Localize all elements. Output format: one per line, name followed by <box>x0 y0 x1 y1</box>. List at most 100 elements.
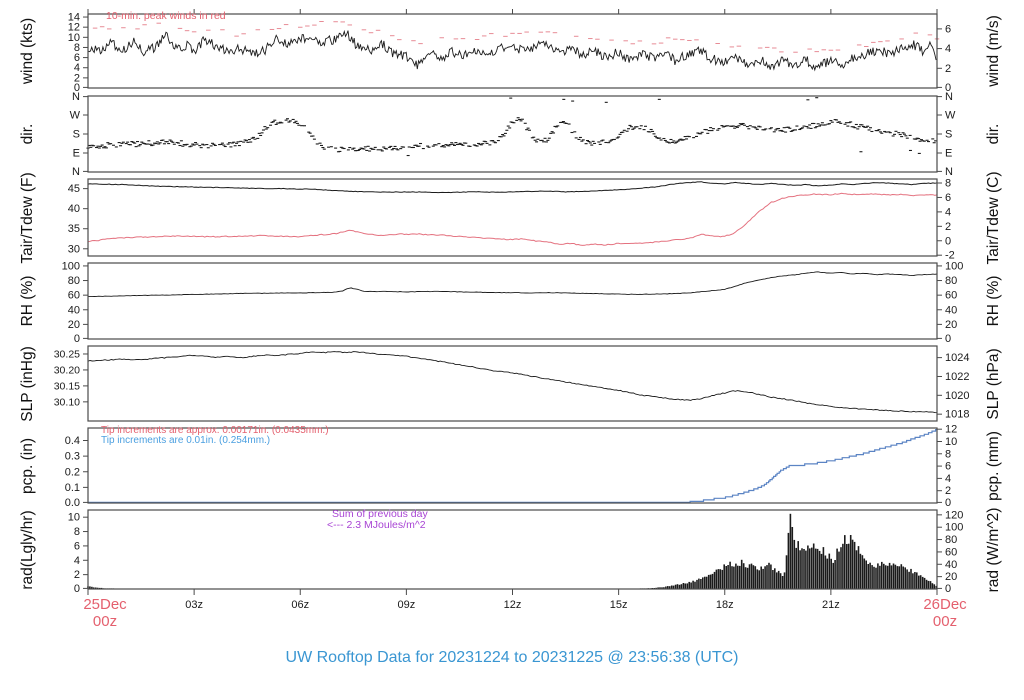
dir-right-axis: NESWN <box>937 91 956 178</box>
svg-text:35: 35 <box>68 223 80 235</box>
axis-label-rad-left: rad(Lgly/hr) <box>19 509 36 590</box>
dew-point <box>87 192 938 246</box>
svg-text:10: 10 <box>68 512 80 524</box>
svg-text:20: 20 <box>68 319 80 331</box>
air-temperature <box>87 181 938 194</box>
temp-left-axis: 30 35 40 45 <box>68 183 88 255</box>
axis-label-dir-left: dir. <box>19 123 36 145</box>
svg-text:30.15: 30.15 <box>54 380 80 392</box>
svg-text:S: S <box>945 129 952 141</box>
solar-radiation <box>87 513 938 589</box>
start-date-line: 25Dec <box>83 596 127 613</box>
svg-text:4: 4 <box>945 206 951 218</box>
x-axis-start-date: 25Dec 00z <box>60 596 150 630</box>
wind-annotation-0: 10-min. peak winds in red <box>106 10 226 22</box>
svg-text:0: 0 <box>945 583 951 595</box>
svg-text:30.20: 30.20 <box>54 364 80 376</box>
svg-text:1022: 1022 <box>945 371 969 383</box>
svg-text:8: 8 <box>945 178 951 190</box>
svg-text:N: N <box>945 166 953 178</box>
svg-text:40: 40 <box>945 304 957 316</box>
axis-label-dir-right: dir. <box>985 123 1002 145</box>
svg-text:1024: 1024 <box>945 352 969 364</box>
svg-text:120: 120 <box>945 509 963 521</box>
svg-text:03z: 03z <box>185 599 203 611</box>
panel-slp: 30.10 30.15 30.20 30.25 1018 1020 1022 1024 <box>54 345 969 422</box>
panel-temp: 30354045-202468 <box>68 178 955 262</box>
svg-text:4: 4 <box>945 43 951 55</box>
svg-text:2: 2 <box>945 221 951 233</box>
temp-right-axis: -202468 <box>937 178 955 262</box>
svg-text:20: 20 <box>945 571 957 583</box>
svg-text:1018: 1018 <box>945 409 969 421</box>
svg-text:6: 6 <box>945 23 951 35</box>
axis-label-temp-left: Tair/Tdew (F) <box>19 171 36 264</box>
svg-text:0.3: 0.3 <box>65 451 80 463</box>
svg-text:60: 60 <box>68 290 80 302</box>
chart-title: UW Rooftop Data for 20231224 to 20231225… <box>285 649 739 666</box>
svg-text:100: 100 <box>945 260 963 272</box>
svg-text:30.10: 30.10 <box>54 396 80 408</box>
svg-text:12z: 12z <box>504 599 522 611</box>
svg-text:100: 100 <box>62 260 80 272</box>
svg-text:0.2: 0.2 <box>65 466 80 478</box>
svg-text:40: 40 <box>68 203 80 215</box>
rad-annotation-1: <--- 2.3 MJoules/m^2 <box>327 519 426 531</box>
svg-text:W: W <box>70 110 81 122</box>
svg-text:4: 4 <box>945 473 951 485</box>
axis-label-wind-left: wind (kts) <box>19 17 36 85</box>
meteogram-chart: 024681012140246NESWNNESWN30354045-202468… <box>54 9 969 611</box>
svg-text:15z: 15z <box>610 599 628 611</box>
svg-text:0: 0 <box>74 333 80 345</box>
svg-text:80: 80 <box>945 534 957 546</box>
axis-label-wind-right: wind (m/s) <box>985 15 1002 87</box>
end-date-line: 26Dec <box>923 596 967 613</box>
x-axis-labels: 03z 06z 09z 12z 15z 18z 21z <box>185 599 840 611</box>
rh-left-axis: 0 20 40 60 80 100 <box>62 260 88 345</box>
svg-text:0.1: 0.1 <box>65 482 80 494</box>
wind-speed <box>87 29 937 72</box>
axis-label-slp-left: SLP (inHg) <box>19 345 36 422</box>
svg-text:E: E <box>945 148 952 160</box>
svg-text:0: 0 <box>945 333 951 345</box>
axis-label-pcp-right: pcp. (mm) <box>985 430 1002 501</box>
axis-label-rad-right: rad (W/m^2) <box>985 507 1002 592</box>
svg-text:60: 60 <box>945 290 957 302</box>
svg-text:14: 14 <box>68 12 80 24</box>
axis-label-rh-left: RH (%) <box>19 275 36 327</box>
pcp-annotation-1: Tip increments are 0.01in. (0.254mm.) <box>101 435 271 446</box>
svg-text:8: 8 <box>74 526 80 538</box>
axis-label-temp-right: Tair/Tdew (C) <box>985 170 1002 265</box>
svg-text:E: E <box>73 148 80 160</box>
svg-text:N: N <box>945 91 953 103</box>
svg-text:45: 45 <box>68 183 80 195</box>
end-time-line: 00z <box>932 613 958 630</box>
pcp-right-axis: 024681012 <box>937 424 957 509</box>
panel-rh: 0 20 40 60 80 100 0 20 40 60 80 100 <box>62 260 964 344</box>
svg-text:2: 2 <box>945 485 951 497</box>
svg-text:0.4: 0.4 <box>65 435 80 447</box>
axis-label-slp-right: SLP (hPa) <box>985 347 1002 420</box>
svg-text:1020: 1020 <box>945 390 969 402</box>
dir-left-axis: NESWN <box>70 91 88 178</box>
svg-text:0: 0 <box>74 583 80 595</box>
svg-text:0.0: 0.0 <box>65 497 80 509</box>
svg-text:80: 80 <box>68 275 80 287</box>
svg-text:2: 2 <box>74 569 80 581</box>
wind-direction <box>86 117 938 153</box>
svg-text:40: 40 <box>68 304 80 316</box>
svg-text:06z: 06z <box>291 599 309 611</box>
svg-text:0: 0 <box>945 235 951 247</box>
svg-text:8: 8 <box>945 448 951 460</box>
svg-text:40: 40 <box>945 559 957 571</box>
svg-text:2: 2 <box>945 63 951 75</box>
svg-text:80: 80 <box>945 275 957 287</box>
direction-outliers <box>406 97 921 157</box>
svg-text:60: 60 <box>945 546 957 558</box>
slp-right-axis: 1018 1020 1022 1024 <box>937 352 969 421</box>
rad-right-axis: 020406080100120 <box>937 509 963 595</box>
svg-text:W: W <box>945 110 956 122</box>
svg-text:18z: 18z <box>716 599 734 611</box>
wind-left-axis: 02468101214 <box>68 12 88 94</box>
svg-text:4: 4 <box>74 555 80 567</box>
